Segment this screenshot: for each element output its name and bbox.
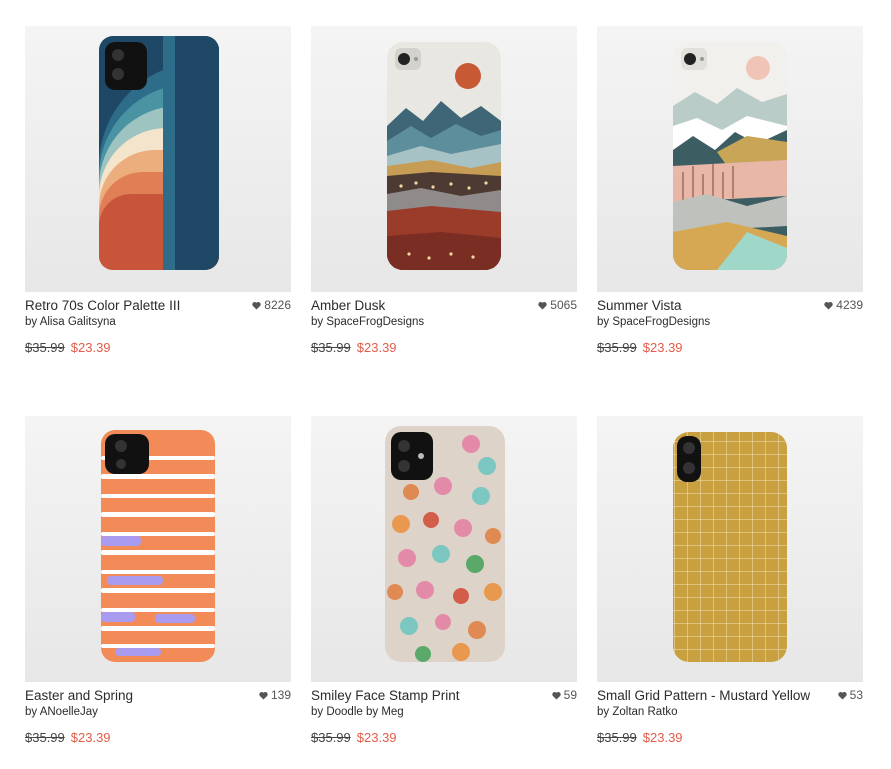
product-card[interactable]: Smiley Face Stamp Print 59 by Doodle by … [311,416,577,745]
product-title[interactable]: Smiley Face Stamp Print [311,688,460,703]
original-price: $35.99 [311,340,351,355]
artist-link[interactable]: by Doodle by Meg [311,706,577,718]
product-title[interactable]: Amber Dusk [311,298,385,313]
price: $35.99 $23.39 [597,730,863,745]
heart-icon [252,301,261,310]
product-image[interactable] [25,416,291,682]
price: $35.99 $23.39 [25,730,291,745]
sale-price: $23.39 [642,340,683,355]
price: $35.99 $23.39 [311,340,577,355]
like-count-value: 4239 [836,298,863,312]
product-title[interactable]: Small Grid Pattern - Mustard Yellow [597,688,810,703]
product-card[interactable]: Small Grid Pattern - Mustard Yellow 53 b… [597,416,863,745]
heart-icon [824,301,833,310]
heart-icon [837,691,847,700]
product-image[interactable] [597,416,863,682]
like-count-value: 8226 [264,298,291,312]
like-count-value: 139 [270,688,291,702]
like-count[interactable]: 5065 [538,298,577,312]
artist-link[interactable]: by ANoelleJay [25,706,291,718]
product-card[interactable]: Amber Dusk 5065 by SpaceFrogDesigns $35.… [311,26,577,355]
artist-link[interactable]: by SpaceFrogDesigns [311,316,577,328]
product-card[interactable]: Summer Vista 4239 by SpaceFrogDesigns $3… [597,26,863,355]
heart-icon [551,691,561,700]
price: $35.99 $23.39 [311,730,577,745]
original-price: $35.99 [597,340,637,355]
product-grid: Retro 70s Color Palette III 8226 by Alis… [0,0,891,769]
original-price: $35.99 [597,730,637,745]
like-count[interactable]: 59 [551,688,577,702]
like-count-value: 5065 [550,298,577,312]
heart-icon [259,691,268,700]
artist-link[interactable]: by Alisa Galitsyna [25,316,291,328]
sale-price: $23.39 [70,340,111,355]
sale-price: $23.39 [70,730,111,745]
product-title[interactable]: Retro 70s Color Palette III [25,298,180,313]
artist-link[interactable]: by Zoltan Ratko [597,706,863,718]
product-image[interactable] [311,26,577,292]
product-image[interactable] [597,26,863,292]
product-card[interactable]: Retro 70s Color Palette III 8226 by Alis… [25,26,291,355]
original-price: $35.99 [25,340,65,355]
product-title[interactable]: Summer Vista [597,298,682,313]
original-price: $35.99 [25,730,65,745]
like-count-value: 59 [563,688,577,702]
sale-price: $23.39 [356,340,397,355]
like-count[interactable]: 4239 [824,298,863,312]
product-image[interactable] [25,26,291,292]
sale-price: $23.39 [356,730,397,745]
heart-icon [538,301,547,310]
product-title[interactable]: Easter and Spring [25,688,133,703]
like-count[interactable]: 139 [259,688,291,702]
artist-link[interactable]: by SpaceFrogDesigns [597,316,863,328]
like-count[interactable]: 8226 [252,298,291,312]
price: $35.99 $23.39 [597,340,863,355]
like-count[interactable]: 53 [837,688,863,702]
original-price: $35.99 [311,730,351,745]
product-card[interactable]: Easter and Spring 139 by ANoelleJay $35.… [25,416,291,745]
like-count-value: 53 [849,688,863,702]
product-image[interactable] [311,416,577,682]
sale-price: $23.39 [642,730,683,745]
price: $35.99 $23.39 [25,340,291,355]
